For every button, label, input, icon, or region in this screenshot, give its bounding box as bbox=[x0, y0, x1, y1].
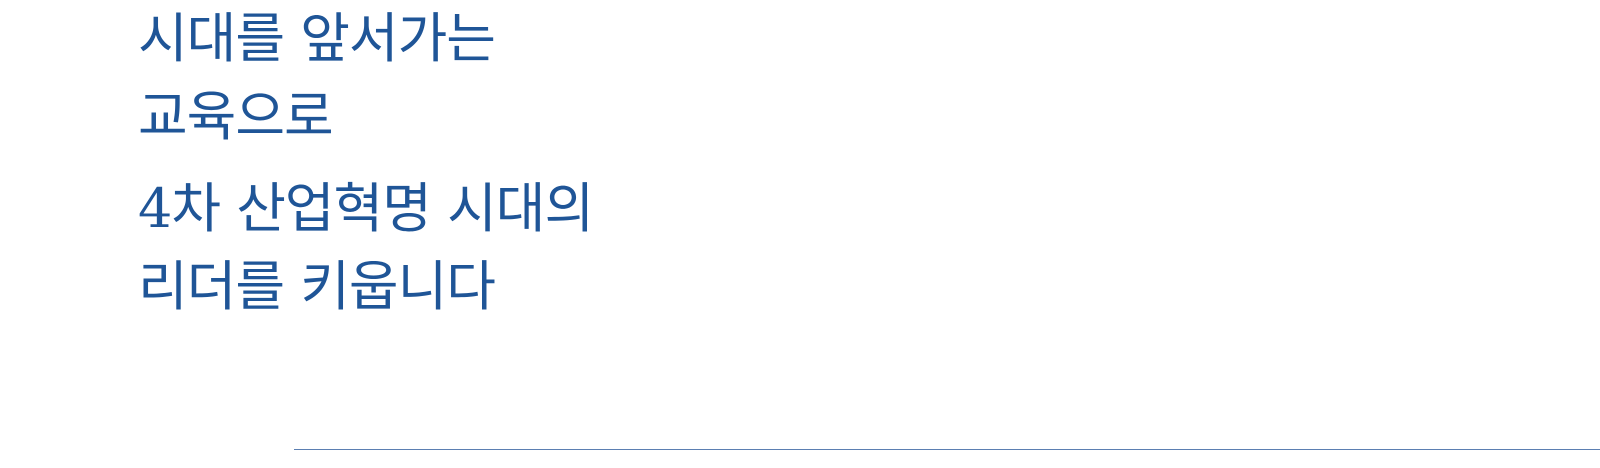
divider-line bbox=[294, 449, 1600, 450]
subheadline: 4차 산업혁명 시대의 리더를 키웁니다 bbox=[138, 170, 594, 326]
subheadline-line-2: 리더를 키웁니다 bbox=[138, 255, 496, 318]
hero-text: 시대를 앞서가는 교육으로 4차 산업혁명 시대의 리더를 키웁니다 bbox=[138, 0, 594, 326]
subheadline-line-1: 4차 산업혁명 시대의 bbox=[138, 177, 594, 240]
headline-line-2: 교육으로 bbox=[138, 85, 334, 148]
headline: 시대를 앞서가는 교육으로 bbox=[138, 0, 593, 156]
headline-line-1: 시대를 앞서가는 bbox=[138, 7, 496, 70]
